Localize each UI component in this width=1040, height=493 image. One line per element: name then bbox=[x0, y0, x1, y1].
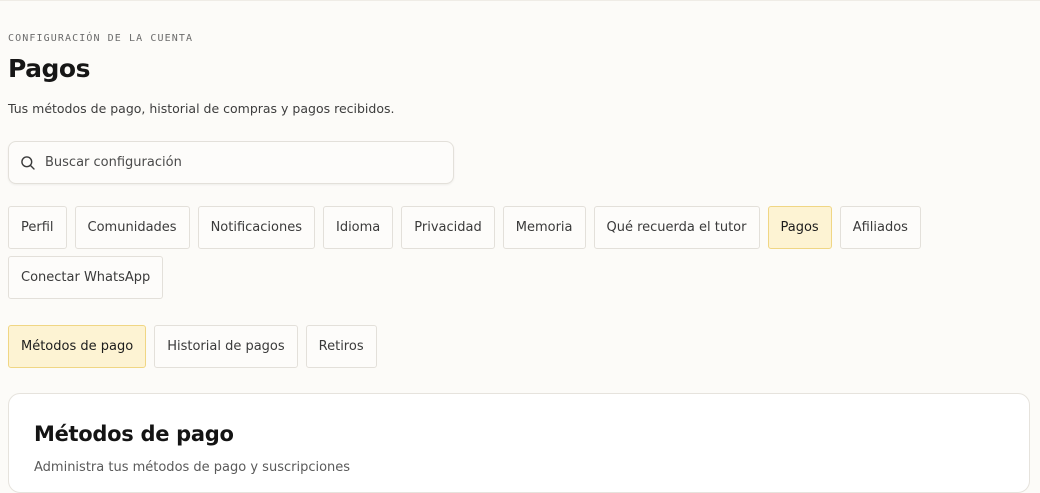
settings-search[interactable] bbox=[8, 141, 454, 184]
tab-conectar-whatsapp[interactable]: Conectar WhatsApp bbox=[8, 256, 164, 299]
settings-tabs: Perfil Comunidades Notificaciones Idioma… bbox=[8, 206, 1008, 299]
top-divider bbox=[0, 0, 1040, 1]
card-subtitle: Administra tus métodos de pago y suscrip… bbox=[34, 460, 351, 475]
tab-comunidades[interactable]: Comunidades bbox=[74, 206, 190, 249]
tab-notificaciones[interactable]: Notificaciones bbox=[197, 206, 315, 249]
page-subtitle: Tus métodos de pago, historial de compra… bbox=[8, 101, 395, 116]
subtab-metodos-de-pago[interactable]: Métodos de pago bbox=[8, 325, 147, 368]
payment-methods-card: Métodos de pago Administra tus métodos d… bbox=[8, 393, 1030, 493]
search-input[interactable] bbox=[45, 155, 425, 170]
tab-que-recuerda-el-tutor[interactable]: Qué recuerda el tutor bbox=[593, 206, 760, 249]
subtab-historial-de-pagos[interactable]: Historial de pagos bbox=[154, 325, 298, 368]
tab-pagos[interactable]: Pagos bbox=[767, 206, 832, 249]
tab-memoria[interactable]: Memoria bbox=[502, 206, 586, 249]
tab-idioma[interactable]: Idioma bbox=[322, 206, 394, 249]
tab-afiliados[interactable]: Afiliados bbox=[839, 206, 921, 249]
search-icon bbox=[20, 155, 36, 171]
payment-subtabs: Métodos de pago Historial de pagos Retir… bbox=[8, 325, 1008, 368]
page-title: Pagos bbox=[8, 54, 90, 83]
card-title: Métodos de pago bbox=[34, 422, 234, 446]
tab-privacidad[interactable]: Privacidad bbox=[401, 206, 495, 249]
section-eyebrow: CONFIGURACIÓN DE LA CUENTA bbox=[8, 33, 194, 44]
tab-perfil[interactable]: Perfil bbox=[8, 206, 67, 249]
subtab-retiros[interactable]: Retiros bbox=[305, 325, 377, 368]
